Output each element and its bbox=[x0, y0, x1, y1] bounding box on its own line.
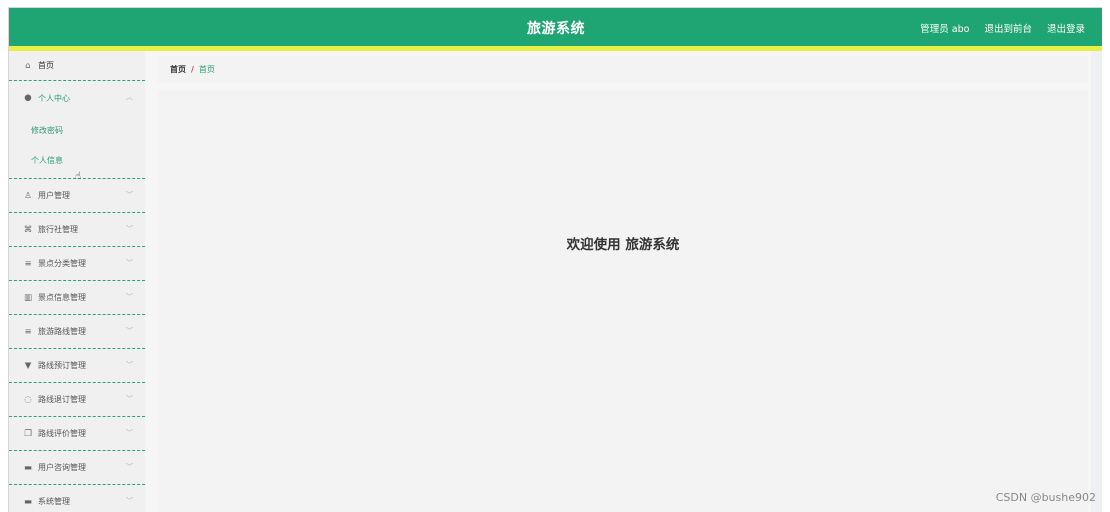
home-icon: ⌂ bbox=[25, 60, 31, 71]
system-icon: ▬ bbox=[23, 496, 33, 507]
logout-link[interactable]: 退出登录 bbox=[1047, 21, 1085, 35]
sidebar-item-user-consult-manage[interactable]: ▬ 用户咨询管理 ﹀ bbox=[9, 451, 145, 485]
sidebar-item-label: 首页 bbox=[38, 61, 54, 70]
sidebar-item-label: 用户咨询管理 bbox=[38, 463, 86, 472]
content-panel: 欢迎使用 旅游系统 bbox=[158, 90, 1088, 512]
breadcrumb-home-link[interactable]: 首页 bbox=[170, 64, 186, 75]
user-manage-icon: ♙ bbox=[24, 190, 32, 201]
chevron-down-icon: ﹀ bbox=[126, 191, 133, 199]
chevron-down-icon: ﹀ bbox=[126, 429, 133, 437]
app-window: 旅游系统 管理员 abo 退出到前台 退出登录 ⌂ 首页 ● 个人中心 ︿ 修改… bbox=[8, 7, 1102, 512]
sidebar-item-label: 旅游路线管理 bbox=[38, 327, 86, 336]
chart-icon: ▥ bbox=[23, 292, 33, 303]
main-area: 首页 / 首页 欢迎使用 旅游系统 bbox=[158, 51, 1088, 512]
sidebar-item-route-reserve-manage[interactable]: ▼ 路线预订管理 ﹀ bbox=[9, 349, 145, 383]
message-icon: ▬ bbox=[23, 462, 33, 473]
watermark: CSDN @bushe902 bbox=[995, 491, 1096, 504]
personal-center-submenu: 修改密码 个人信息 bbox=[9, 115, 145, 179]
sidebar-item-route-review-manage[interactable]: ❐ 路线评价管理 ﹀ bbox=[9, 417, 145, 451]
copy-icon: ❐ bbox=[24, 428, 32, 439]
reserve-icon: ▼ bbox=[24, 360, 32, 371]
breadcrumb-separator: / bbox=[191, 65, 194, 74]
header-links: 管理员 abo 退出到前台 退出登录 bbox=[920, 21, 1085, 35]
sidebar-item-system-manage[interactable]: ▬ 系统管理 ﹀ bbox=[9, 485, 145, 512]
sidebar-item-home[interactable]: ⌂ 首页 bbox=[9, 51, 145, 81]
right-gutter bbox=[1091, 51, 1102, 512]
cancel-icon: ◌ bbox=[24, 394, 32, 405]
sidebar-subitem-change-password[interactable]: 修改密码 bbox=[9, 115, 145, 145]
breadcrumb: 首页 / 首页 bbox=[158, 56, 1088, 83]
pointer-cursor-icon: ☝ bbox=[75, 171, 82, 182]
chevron-up-icon: ︿ bbox=[126, 93, 133, 101]
sidebar-item-personal-center[interactable]: ● 个人中心 ︿ bbox=[9, 81, 145, 115]
sidebar-item-label: 用户管理 bbox=[38, 191, 70, 200]
agency-icon: ⌘ bbox=[23, 224, 33, 235]
chevron-down-icon: ﹀ bbox=[126, 293, 133, 301]
chevron-down-icon: ﹀ bbox=[126, 259, 133, 267]
sidebar-item-route-manage[interactable]: ≡ 旅游路线管理 ﹀ bbox=[9, 315, 145, 349]
sidebar-item-label: 路线退订管理 bbox=[38, 395, 86, 404]
chevron-down-icon: ﹀ bbox=[126, 361, 133, 369]
sidebar-item-label: 路线预订管理 bbox=[38, 361, 86, 370]
sidebar-item-user-manage[interactable]: ♙ 用户管理 ﹀ bbox=[9, 179, 145, 213]
chevron-down-icon: ﹀ bbox=[126, 327, 133, 335]
sidebar-item-spot-category-manage[interactable]: ≡ 景点分类管理 ﹀ bbox=[9, 247, 145, 281]
sidebar-item-label: 景点分类管理 bbox=[38, 259, 86, 268]
chevron-down-icon: ﹀ bbox=[126, 463, 133, 471]
back-to-front-link[interactable]: 退出到前台 bbox=[984, 21, 1032, 35]
admin-user-label: 管理员 abo bbox=[920, 24, 970, 35]
sidebar-item-label: 景点信息管理 bbox=[38, 293, 86, 302]
sidebar-item-label: 旅行社管理 bbox=[38, 225, 78, 234]
top-header: 旅游系统 管理员 abo 退出到前台 退出登录 bbox=[9, 8, 1102, 46]
sidebar-item-agency-manage[interactable]: ⌘ 旅行社管理 ﹀ bbox=[9, 213, 145, 247]
user-icon: ● bbox=[24, 93, 32, 103]
chevron-down-icon: ﹀ bbox=[126, 497, 133, 505]
sidebar: ⌂ 首页 ● 个人中心 ︿ 修改密码 个人信息 ♙ 用户管理 ﹀ ⌘ 旅行社管理… bbox=[9, 51, 145, 512]
chevron-down-icon: ﹀ bbox=[126, 225, 133, 233]
sidebar-item-spot-info-manage[interactable]: ▥ 景点信息管理 ﹀ bbox=[9, 281, 145, 315]
sidebar-item-label: 路线评价管理 bbox=[38, 429, 86, 438]
list-icon: ≡ bbox=[24, 326, 32, 337]
breadcrumb-current: 首页 bbox=[198, 65, 215, 74]
sidebar-item-label: 系统管理 bbox=[38, 497, 70, 506]
chevron-down-icon: ﹀ bbox=[126, 395, 133, 403]
sidebar-item-route-cancel-manage[interactable]: ◌ 路线退订管理 ﹀ bbox=[9, 383, 145, 417]
welcome-message: 欢迎使用 旅游系统 bbox=[566, 237, 680, 253]
list-icon: ≡ bbox=[24, 258, 32, 269]
sidebar-item-label: 个人中心 bbox=[38, 93, 70, 103]
